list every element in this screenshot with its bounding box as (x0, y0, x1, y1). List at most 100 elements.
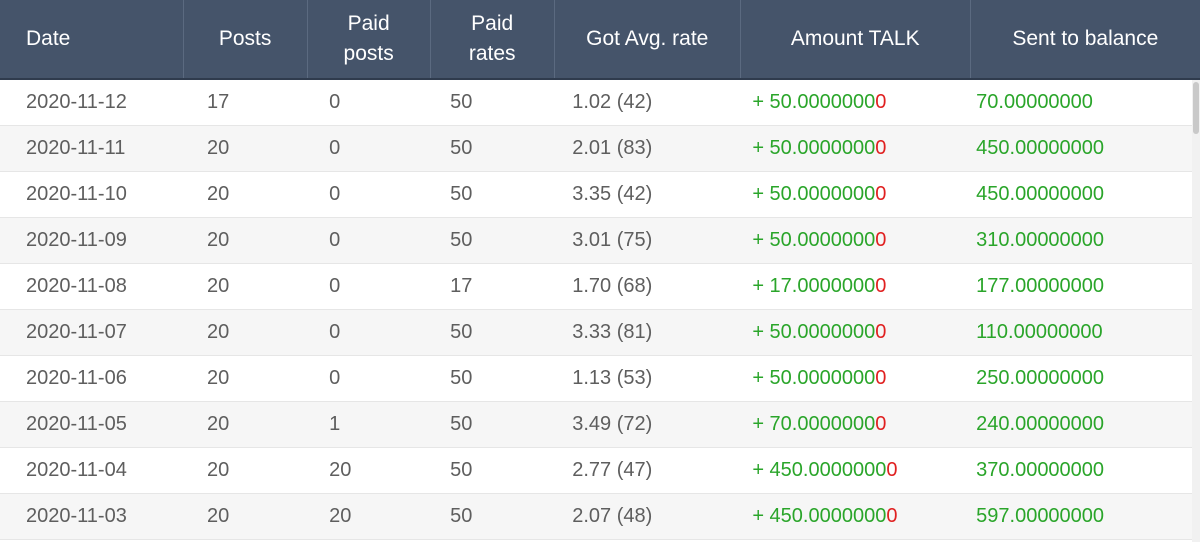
cell-avg-rate: 3.01 (75) (554, 217, 741, 264)
cell-paid-rates: 50 (430, 447, 555, 494)
cell-date: 2020-11-05 (0, 401, 184, 448)
cell-paid-posts: 20 (307, 493, 431, 540)
cell-posts: 20 (183, 125, 308, 172)
amount-value: + 50.0000000 (752, 137, 876, 159)
cell-date: 2020-11-06 (0, 355, 184, 402)
table-row: 2020-11-09 20 0 50 3.01 (75) + 50.00000000 310… (0, 217, 1200, 264)
cell-sent-to-balance: 70.00000000 (970, 79, 1200, 126)
amount-trailing-digit: 0 (886, 459, 898, 481)
amount-value: + 50.0000000 (752, 183, 876, 205)
amount-trailing-digit: 0 (875, 367, 887, 389)
amount-value: + 50.0000000 (752, 229, 876, 251)
cell-avg-rate: 2.07 (48) (554, 493, 741, 540)
cell-avg-rate: 1.70 (68) (554, 263, 741, 310)
table-row: 2020-11-08 20 0 17 1.70 (68) + 17.00000000 177… (0, 263, 1200, 310)
cell-avg-rate: 3.49 (72) (554, 401, 741, 448)
cell-posts: 20 (183, 401, 308, 448)
table-row: 2020-11-05 20 1 50 3.49 (72) + 70.00000000 240… (0, 401, 1200, 448)
cell-date: 2020-11-11 (0, 125, 184, 172)
cell-posts: 20 (183, 493, 308, 540)
table-row: 2020-11-10 20 0 50 3.35 (42) + 50.00000000 450… (0, 171, 1200, 218)
cell-paid-rates: 50 (430, 493, 555, 540)
col-header-sent-to-balance[interactable]: Sent to balance (970, 0, 1200, 80)
header-label: Got Avg. rate (586, 27, 709, 50)
table-header-row: Date Posts Paid posts Paid rates Got Avg. … (0, 0, 1200, 80)
cell-date: 2020-11-03 (0, 493, 184, 540)
header-label: Sent to balance (1012, 27, 1159, 50)
cell-paid-posts: 0 (307, 263, 431, 310)
cell-date: 2020-11-07 (0, 309, 184, 356)
cell-amount-talk: + 450.00000000 (740, 447, 971, 494)
table-row: 2020-11-12 17 0 50 1.02 (42) + 50.00000000 70.… (0, 79, 1200, 126)
col-header-avg-rate[interactable]: Got Avg. rate (554, 0, 741, 80)
cell-paid-rates: 17 (430, 263, 555, 310)
cell-avg-rate: 1.02 (42) (554, 79, 741, 126)
header-label: rates (468, 42, 516, 65)
cell-sent-to-balance: 597.00000000 (970, 493, 1200, 540)
amount-trailing-digit: 0 (875, 183, 887, 205)
cell-posts: 20 (183, 263, 308, 310)
amount-value: + 50.0000000 (752, 321, 876, 343)
cell-paid-rates: 50 (430, 171, 555, 218)
amount-value: + 450.0000000 (752, 505, 887, 527)
cell-avg-rate: 3.35 (42) (554, 171, 741, 218)
cell-paid-posts: 0 (307, 355, 431, 402)
col-header-paid-posts[interactable]: Paid posts (307, 0, 431, 80)
cell-date: 2020-11-10 (0, 171, 184, 218)
cell-amount-talk: + 50.00000000 (740, 171, 971, 218)
cell-posts: 20 (183, 447, 308, 494)
amount-trailing-digit: 0 (875, 275, 887, 297)
table-row: 2020-11-03 20 20 50 2.07 (48) + 450.00000000 5… (0, 493, 1200, 540)
cell-paid-posts: 0 (307, 79, 431, 126)
cell-posts: 20 (183, 217, 308, 264)
cell-date: 2020-11-08 (0, 263, 184, 310)
cell-paid-rates: 50 (430, 401, 555, 448)
cell-posts: 20 (183, 309, 308, 356)
cell-amount-talk: + 50.00000000 (740, 217, 971, 264)
cell-amount-talk: + 70.00000000 (740, 401, 971, 448)
cell-amount-talk: + 50.00000000 (740, 79, 971, 126)
cell-paid-rates: 50 (430, 217, 555, 264)
cell-sent-to-balance: 240.00000000 (970, 401, 1200, 448)
cell-sent-to-balance: 450.00000000 (970, 171, 1200, 218)
amount-trailing-digit: 0 (875, 229, 887, 251)
cell-paid-posts: 1 (307, 401, 431, 448)
cell-paid-rates: 50 (430, 79, 555, 126)
cell-sent-to-balance: 250.00000000 (970, 355, 1200, 402)
scrollbar-track[interactable] (1192, 80, 1200, 542)
cell-sent-to-balance: 370.00000000 (970, 447, 1200, 494)
header-label: Amount TALK (790, 27, 920, 50)
cell-paid-rates: 50 (430, 309, 555, 356)
cell-avg-rate: 3.33 (81) (554, 309, 741, 356)
col-header-date[interactable]: Date (0, 0, 184, 80)
cell-amount-talk: + 50.00000000 (740, 125, 971, 172)
amount-trailing-digit: 0 (875, 91, 887, 113)
table-row: 2020-11-07 20 0 50 3.33 (81) + 50.00000000 110… (0, 309, 1200, 356)
cell-paid-rates: 50 (430, 355, 555, 402)
cell-amount-talk: + 450.00000000 (740, 493, 971, 540)
amount-trailing-digit: 0 (875, 321, 887, 343)
cell-paid-rates: 50 (430, 125, 555, 172)
table-row: 2020-11-06 20 0 50 1.13 (53) + 50.00000000 250… (0, 355, 1200, 402)
header-label: Paid (347, 12, 390, 35)
table-row: 2020-11-04 20 20 50 2.77 (47) + 450.00000000 3… (0, 447, 1200, 494)
cell-paid-posts: 0 (307, 217, 431, 264)
cell-paid-posts: 0 (307, 125, 431, 172)
rewards-table: Date Posts Paid posts Paid rates Got Avg. … (0, 0, 1200, 540)
col-header-amount-talk[interactable]: Amount TALK (740, 0, 971, 80)
amount-value: + 50.0000000 (752, 367, 876, 389)
col-header-posts[interactable]: Posts (183, 0, 308, 80)
table-row: 2020-11-11 20 0 50 2.01 (83) + 50.00000000 450… (0, 125, 1200, 172)
cell-sent-to-balance: 177.00000000 (970, 263, 1200, 310)
col-header-paid-rates[interactable]: Paid rates (430, 0, 555, 80)
cell-posts: 20 (183, 355, 308, 402)
scrollbar-thumb[interactable] (1193, 82, 1199, 134)
cell-avg-rate: 1.13 (53) (554, 355, 741, 402)
cell-posts: 20 (183, 171, 308, 218)
cell-date: 2020-11-09 (0, 217, 184, 264)
header-label: Date (26, 27, 71, 50)
table-body: 2020-11-12 17 0 50 1.02 (42) + 50.00000000 70.… (0, 79, 1200, 540)
cell-amount-talk: + 17.00000000 (740, 263, 971, 310)
cell-paid-posts: 20 (307, 447, 431, 494)
cell-avg-rate: 2.01 (83) (554, 125, 741, 172)
